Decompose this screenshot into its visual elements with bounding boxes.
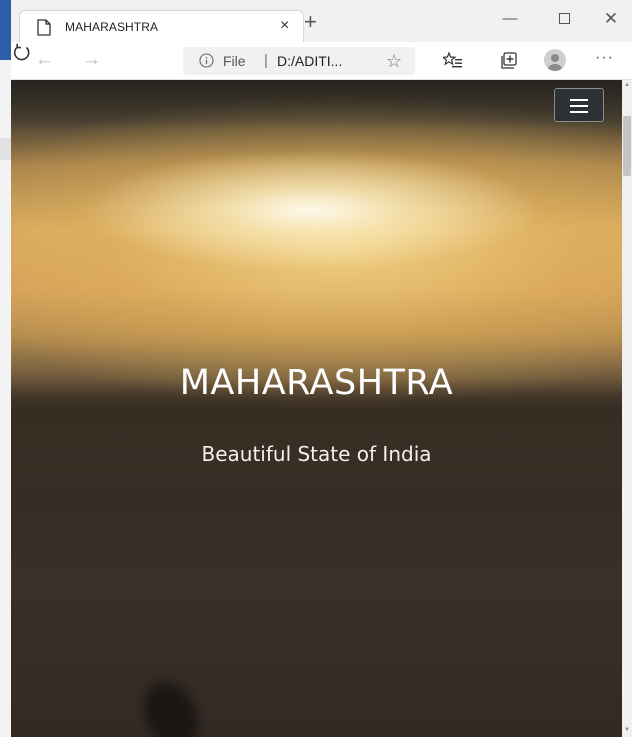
maximize-button[interactable] — [551, 8, 577, 30]
page-scrollbar[interactable]: ▲ ▼ — [622, 80, 632, 737]
profile-icon[interactable] — [544, 49, 566, 71]
favorite-star-icon[interactable]: ☆ — [386, 51, 402, 71]
close-window-button[interactable]: ✕ — [598, 8, 624, 30]
scroll-up-arrow-icon[interactable]: ▲ — [624, 82, 630, 88]
info-icon[interactable] — [199, 53, 214, 68]
desktop-edge — [0, 0, 11, 737]
more-options-icon[interactable]: ··· — [595, 49, 614, 67]
favorites-list-icon[interactable] — [443, 51, 463, 71]
close-tab-icon[interactable]: × — [280, 17, 289, 35]
header-overlay — [11, 80, 622, 128]
address-field[interactable]: File | D:/ADITI... ☆ — [183, 47, 415, 75]
url-text: D:/ADITI... — [277, 53, 343, 69]
page-icon — [37, 19, 51, 36]
minimize-button[interactable]: — — [497, 8, 523, 30]
tab-title: MAHARASHTRA — [65, 20, 159, 34]
refresh-icon[interactable] — [11, 42, 33, 64]
page-viewport: MAHARASHTRA Beautiful State of India — [11, 80, 622, 737]
tab-bar: MAHARASHTRA × + — ✕ — [11, 0, 632, 42]
maximize-icon — [558, 13, 570, 24]
new-tab-button[interactable]: + — [304, 11, 317, 33]
desktop-edge-accent — [0, 0, 11, 60]
hero-title: MAHARASHTRA — [179, 363, 454, 403]
hero-subtitle: Beautiful State of India — [201, 442, 432, 466]
scroll-thumb[interactable] — [623, 116, 631, 176]
back-button[interactable]: ← — [35, 50, 54, 70]
scroll-down-arrow-icon[interactable]: ▼ — [624, 727, 630, 733]
hamburger-menu-icon — [570, 105, 588, 107]
address-bar-row: ← → File | D:/ADITI... ☆ ··· — [11, 42, 632, 80]
tab-maharashtra[interactable]: MAHARASHTRA × — [19, 10, 304, 42]
url-scheme: File — [223, 53, 246, 69]
desktop-edge-notch — [0, 138, 11, 160]
hamburger-menu-button[interactable] — [554, 88, 604, 122]
hamburger-menu-icon — [570, 99, 588, 101]
collections-icon[interactable] — [499, 51, 519, 71]
hamburger-menu-icon — [570, 111, 588, 113]
browser-window: MAHARASHTRA × + — ✕ ← → File | D:/ADITI.… — [11, 0, 632, 737]
url-separator: | — [264, 52, 268, 69]
foreground-silhouette — [133, 672, 209, 737]
forward-button[interactable]: → — [82, 50, 101, 70]
